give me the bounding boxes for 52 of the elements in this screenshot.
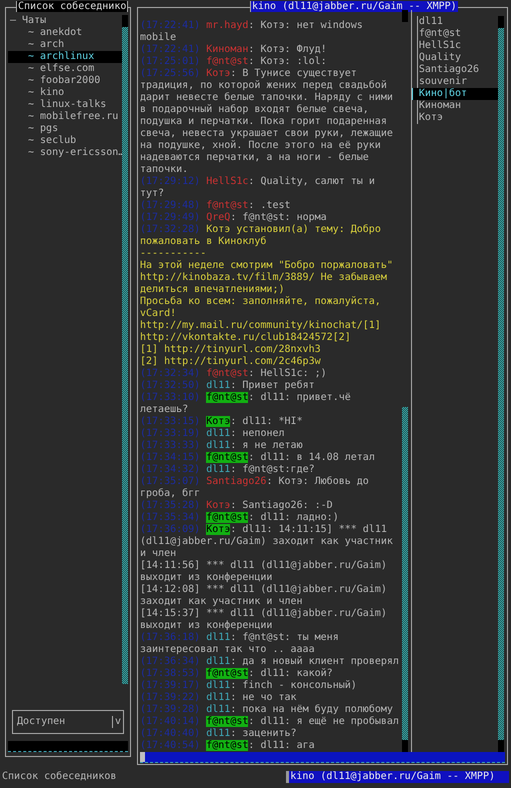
group-label[interactable]: Чаты xyxy=(22,15,46,27)
chat-message: (17:34:32) dl11: f@nt@st:где? xyxy=(140,464,316,476)
chat-message: (17:40:40) dl11: заценить? xyxy=(140,728,298,740)
window-tab[interactable]: kino (dl11@jabber.ru/Gaim -- XMPP) xyxy=(286,771,509,783)
chat-message: (17:33:19) dl11: непонел xyxy=(140,428,286,440)
chat-item[interactable]: ~ foobar2000 xyxy=(8,75,122,87)
status-text: Список собеседников xyxy=(2,771,116,783)
chat-message: (17:35:07) Santiago26: Котэ: Любовь до гроба, бгг xyxy=(140,476,370,500)
chat-message: (17:36:34) dl11: да я новый клиент проверял xyxy=(140,656,400,668)
chat-message: (17:35:28) Котэ: Santiago26: :-D xyxy=(140,500,334,512)
chat-message: (17:39:22) dl11: не чо так xyxy=(140,692,298,704)
chat-item[interactable]: ~ anekdot xyxy=(8,27,122,39)
chat-item[interactable]: ~ sony-ericsson… xyxy=(8,147,122,159)
chat-item[interactable]: ~ linux-talks xyxy=(8,99,122,111)
scrollbar[interactable] xyxy=(402,10,408,752)
chat-message: (17:36:18) dl11: f@nt@st: ты меня заинтересовал так что .. аааа xyxy=(140,632,340,656)
participant-item[interactable]: Кино|бот xyxy=(412,88,498,100)
panel-title: Список собеседнико xyxy=(16,1,128,12)
chat-message: (17:40:54) f@nt@st: dl11: ага xyxy=(140,740,316,752)
chat-message: (17:29:48) f@nt@st: .test xyxy=(140,200,292,212)
chat-item[interactable]: ~ mobilefree.ru xyxy=(8,111,122,123)
chat-message: (17:29:49) QreQ: f@nt@st: норма xyxy=(140,212,328,224)
collapse-toggle[interactable]: – xyxy=(10,15,16,27)
chat-message: (17:33:10) f@nt@st: dl11: привет.чё летаешь? xyxy=(140,392,352,416)
chat-message: (17:39:17) dl11: finch - консольный) xyxy=(140,680,358,692)
chat-message: (17:25:01) f@nt@st: Котэ: :lol: xyxy=(140,56,328,68)
chat-message: (17:32:50) dl11: Привет ребят xyxy=(140,380,316,392)
chat-message: (17:33:33) dl11: я не летаю xyxy=(140,440,304,452)
chat-item[interactable]: ~ elfse.com xyxy=(8,63,122,75)
chat-message: (17:38:53) f@nt@st: dl11: какой? xyxy=(140,668,334,680)
chat-message: (17:25:56) Котэ: В Тунисе существует традиция, по которой жених перед свадьбой дарит невесте белые тапочки. Наряду с ними в подарочный набор входят белые свеча, подушка и перчатки. Пока горит подаренная свеча, невеста украшает свои руки, лежащие на подушке, хной. После этого на её руки надеваются перчатки, а на ноги - белые тапочки. xyxy=(140,68,394,176)
chat-item[interactable]: ~ kino xyxy=(8,87,122,99)
chat-item[interactable]: ~ archlinux xyxy=(8,51,122,63)
chat-message: (17:32:34) f@nt@st: HellS1c: ;) xyxy=(140,368,328,380)
chat-item[interactable]: ~ seclub xyxy=(8,135,122,147)
chat-message: (17:33:15) Котэ: dl11: *HI* xyxy=(140,416,304,428)
chat-message: (17:39:28) dl11: пока на нём буду полюбому xyxy=(140,704,394,716)
chat-item[interactable]: ~ arch xyxy=(8,39,122,51)
scrollbar[interactable] xyxy=(122,15,128,684)
chat-item[interactable]: ~ pgs xyxy=(8,123,122,135)
chat-message: (17:36:09) Котэ: dl11: 14:11:15] *** dl11 (dl11@jabber.ru/Gaim) заходит как участник и член [14:11:56] *** dl11 (dl11@jabber.ru/Gaim) выходит из конференции [14:12:08] *** dl11 (dl11@jabber.ru/Gaim) заходит как участник и член [14:15:37] *** dl11 (dl11@jabber.ru/Gaim) выходит из конференции xyxy=(140,524,394,632)
chat-message: (17:35:34) f@nt@st: dl11: ладно:) xyxy=(140,512,340,524)
chat-message: (17:34:15) f@nt@st: dl11: в 14.08 летал xyxy=(140,452,376,464)
topic-message: (17:32:28) Котэ установил(а) тему: Добро пожаловать в Киноклуб ----------- На этой неделе смотрим "Бобро поржаловать" http://kinobaza.tv/film/3889/ Не забываем делиться впечатлениями;) Просьба ко всем: заполняйте, пожалуйста, vCard! http://my.mail.ru/community/kinochat/[1] http://vkontakte.ru/club18424572[2] [1] http://tinyurl.com/28nxvh3 [2] http://tinyurl.com/2c46p3w xyxy=(140,224,394,368)
input-field[interactable] xyxy=(8,741,128,752)
chat-message: (17:29:12) HellS1c: Quality, салют ты и тут? xyxy=(140,176,376,200)
message-input[interactable] xyxy=(140,752,505,763)
chat-message: (17:22:41) mr.hayd: Котэ: нет windows mobile xyxy=(140,20,364,44)
window-title: kino (dl11@jabber.ru/Gaim -- XMPP) xyxy=(250,1,458,12)
chat-message: (17:22:41) Киноман: Котэ: Флуд! xyxy=(140,44,328,56)
status-dropdown[interactable]: Доступен v xyxy=(12,710,124,734)
chat-message: (17:40:14) f@nt@st: dl11: я ещё не пробывал xyxy=(140,716,400,728)
